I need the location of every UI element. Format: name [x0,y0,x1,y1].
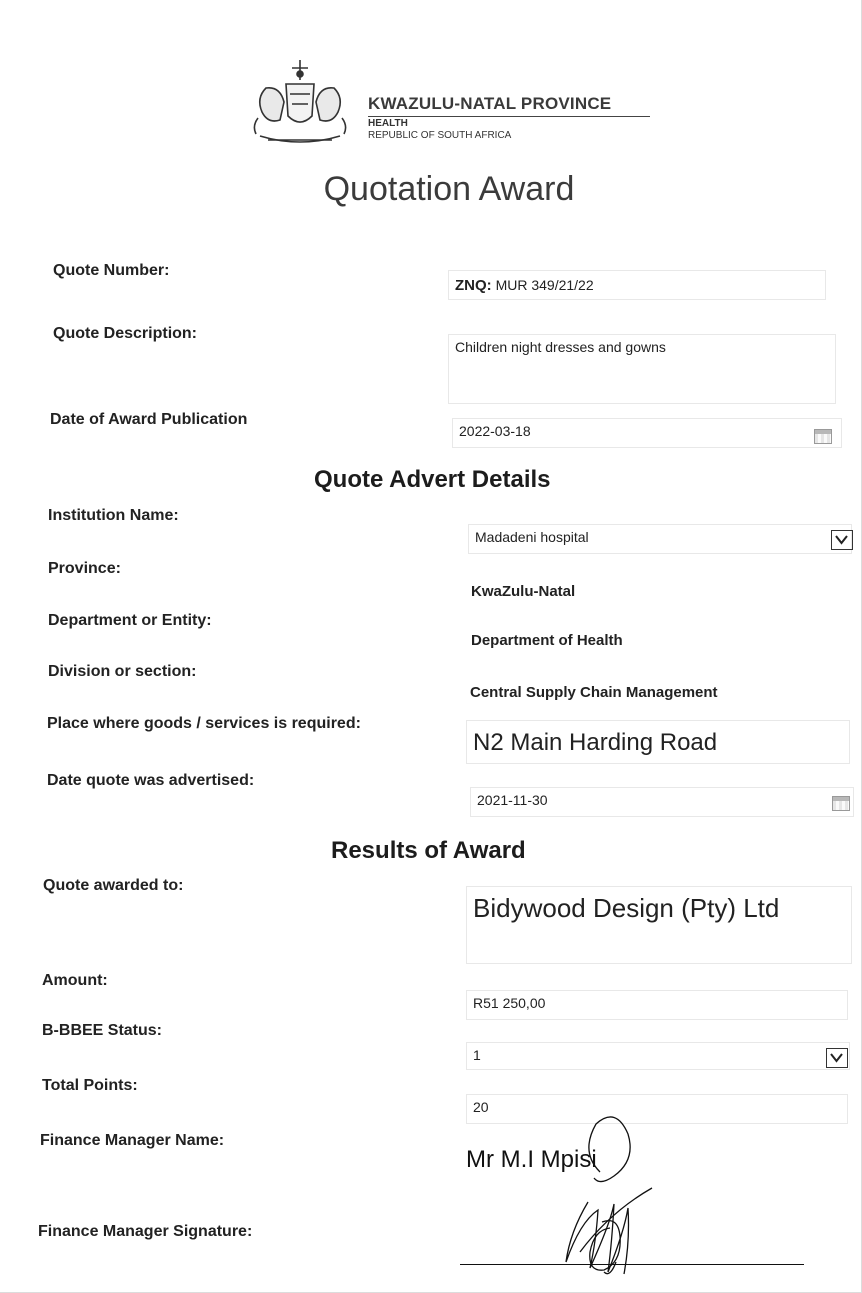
handwritten-signature [565,1116,653,1275]
total-points-label: Total Points: [42,1077,138,1094]
quote-description-label: Quote Description: [53,325,198,342]
province-value: KwaZulu-Natal [471,583,576,600]
calendar-icon[interactable] [814,429,832,444]
country-name: REPUBLIC OF SOUTH AFRICA [368,130,512,141]
document-page: KWAZULU-NATAL PROVINCE HEALTH REPUBLIC O… [0,0,862,1293]
chevron-down-icon[interactable] [831,530,853,550]
advert-details-heading: Quote Advert Details [314,466,551,493]
quote-number-label: Quote Number: [53,262,170,279]
awarded-to-label: Quote awarded to: [43,877,184,894]
place-field[interactable]: N2 Main Harding Road [466,720,850,764]
quote-number-field[interactable]: ZNQ: MUR 349/21/22 [448,270,826,300]
amount-field[interactable]: R51 250,00 [466,990,848,1020]
advertised-date-field[interactable]: 2021-11-30 [470,787,854,817]
chevron-down-icon[interactable] [826,1048,848,1068]
department-value: Department of Health [471,632,623,649]
institution-label: Institution Name: [48,507,179,524]
quote-number-prefix: ZNQ: [455,277,492,294]
department-name: HEALTH [368,118,408,129]
province-name: KWAZULU-NATAL PROVINCE [368,94,612,113]
institution-select[interactable]: Madadeni hospital [468,524,852,554]
province-label: Province: [48,560,121,577]
department-label: Department or Entity: [48,612,212,629]
page-title: Quotation Award [323,170,575,208]
results-heading: Results of Award [331,837,526,864]
division-value: Central Supply Chain Management [470,684,718,701]
division-label: Division or section: [48,663,197,680]
coat-of-arms-icon [253,60,347,143]
award-publication-label: Date of Award Publication [50,411,248,428]
header-rule [368,116,650,117]
amount-label: Amount: [42,972,108,989]
quote-description-field[interactable]: Children night dresses and gowns [448,334,836,404]
quote-number-value: MUR 349/21/22 [495,277,594,293]
place-label: Place where goods / services is required… [47,715,361,732]
finance-manager-name-label: Finance Manager Name: [40,1132,225,1149]
award-publication-date-field[interactable]: 2022-03-18 [452,418,842,448]
bbbee-status-label: B-BBEE Status: [42,1022,163,1039]
calendar-icon[interactable] [832,796,850,811]
awarded-to-field[interactable]: Bidywood Design (Pty) Ltd [466,886,852,964]
finance-manager-signature-label: Finance Manager Signature: [38,1223,253,1240]
bbbee-status-select[interactable]: 1 [466,1042,850,1070]
advertised-date-label: Date quote was advertised: [47,772,255,789]
